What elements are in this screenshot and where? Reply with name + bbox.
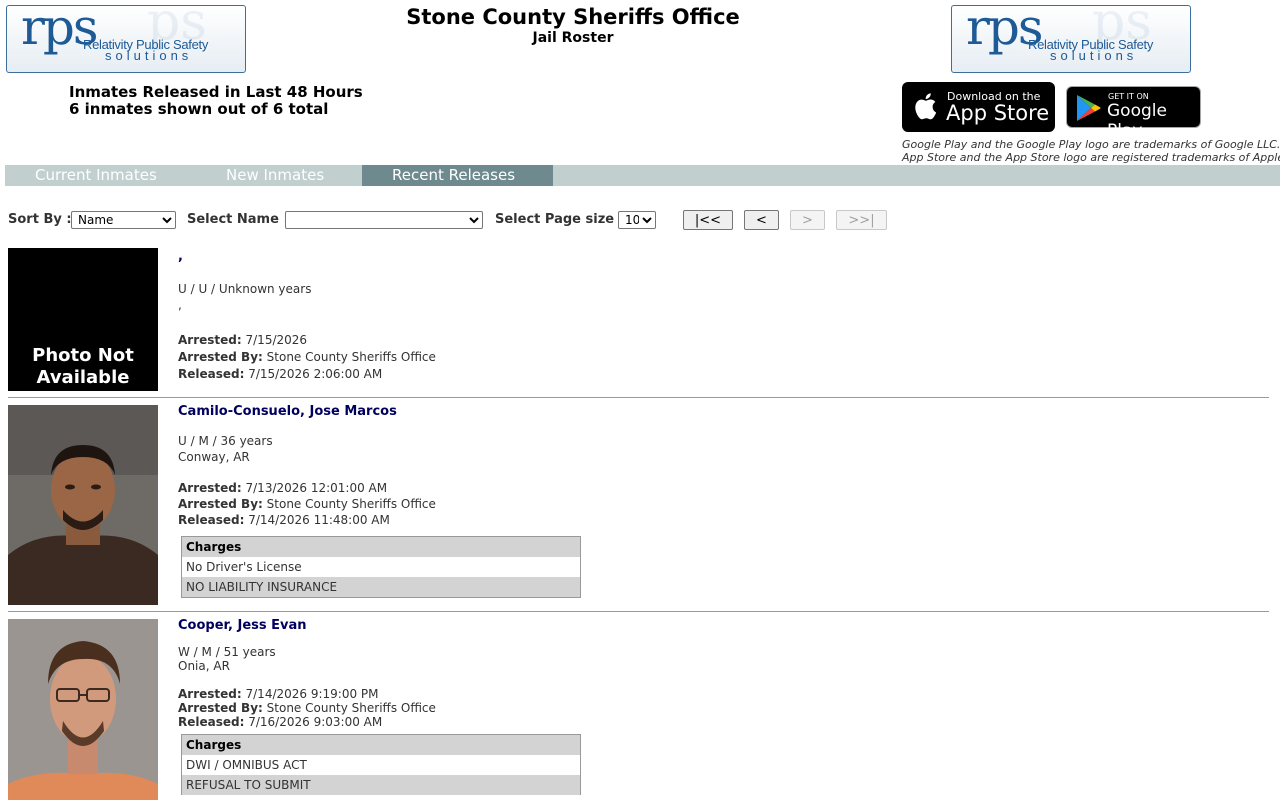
charges-header: Charges: [182, 735, 580, 755]
inmate-location: ,: [178, 298, 182, 312]
trademark-notice: Google Play and the Google Play logo are…: [902, 138, 1280, 164]
page-title: Stone County Sheriffs Office: [406, 5, 740, 29]
mugshot-image: [8, 405, 158, 605]
summary-count: 6 inmates shown out of 6 total: [69, 100, 329, 118]
apple-icon: [915, 93, 937, 120]
inmate-location: Conway, AR: [178, 450, 250, 464]
google-play-small: GET IT ON: [1108, 92, 1149, 101]
arrested-by-label: Arrested By:: [178, 497, 263, 511]
arrested-value: 7/15/2026: [245, 333, 308, 347]
released-line: Released: 7/14/2026 11:48:00 AM: [178, 512, 436, 528]
charge-row: NO LIABILITY INSURANCE: [182, 577, 580, 597]
inmate-demographics: U / M / 36 years: [178, 434, 273, 448]
summary-heading: Inmates Released in Last 48 Hours: [69, 83, 363, 101]
last-page-button[interactable]: >>|: [836, 210, 887, 230]
record-divider: [8, 397, 1269, 398]
app-store-big: App Store: [946, 101, 1050, 125]
released-line: Released: 7/15/2026 2:06:00 AM: [178, 366, 436, 382]
tab-current-inmates[interactable]: Current Inmates: [35, 165, 157, 186]
released-value: 7/14/2026 11:48:00 AM: [248, 513, 390, 527]
logo-line2: solutions: [105, 48, 193, 63]
record-divider: [8, 611, 1269, 612]
arrested-label: Arrested:: [178, 481, 242, 495]
inmate-name[interactable]: Camilo-Consuelo, Jose Marcos: [178, 404, 436, 419]
inmate-info: , U / U / Unknown years , Arrested: 7/15…: [178, 248, 436, 382]
arrested-by-value: Stone County Sheriffs Office: [266, 701, 436, 715]
charges-header: Charges: [182, 537, 580, 557]
tab-bar: Current Inmates New Inmates Recent Relea…: [5, 165, 1280, 186]
photo-na-line1: Photo Not: [32, 345, 134, 366]
released-label: Released:: [178, 367, 245, 381]
page-subtitle: Jail Roster: [532, 30, 614, 46]
logo-line2: solutions: [1050, 48, 1138, 63]
arrested-by-label: Arrested By:: [178, 701, 263, 715]
arrested-line: Arrested: 7/13/2026 12:01:00 AM: [178, 480, 436, 496]
charge-row: DWI / OMNIBUS ACT: [186, 758, 307, 772]
sort-label: Sort By :: [8, 212, 72, 227]
app-store-button[interactable]: Download on the App Store: [902, 82, 1055, 132]
tab-new-inmates[interactable]: New Inmates: [226, 165, 324, 186]
inmate-info: Cooper, Jess Evan W / M / 51 years Onia,…: [178, 618, 436, 730]
google-play-icon: [1077, 95, 1101, 121]
inmate-name[interactable]: Cooper, Jess Evan: [178, 618, 436, 633]
trademark-line2: App Store and the App Store logo are reg…: [902, 151, 1280, 164]
inmate-name[interactable]: ,: [178, 249, 436, 264]
prev-page-button[interactable]: <: [744, 210, 779, 230]
charge-row: No Driver's License: [186, 560, 302, 574]
arrested-by-label: Arrested By:: [178, 350, 263, 364]
arrested-value: 7/14/2026 9:19:00 PM: [245, 687, 379, 701]
next-page-button[interactable]: >: [790, 210, 825, 230]
released-line: Released: 7/16/2026 9:03:00 AM: [178, 714, 436, 730]
page-size-label: Select Page size :: [495, 212, 624, 227]
inmate-photo[interactable]: [8, 619, 158, 800]
name-label: Select Name :: [187, 212, 289, 227]
arrested-by-line: Arrested By: Stone County Sheriffs Offic…: [178, 349, 436, 365]
inmate-info: Camilo-Consuelo, Jose Marcos U / M / 36 …: [178, 404, 436, 528]
sort-select[interactable]: Name: [71, 211, 176, 229]
name-select[interactable]: [285, 211, 483, 229]
google-play-big: Google Play: [1107, 101, 1167, 141]
charges-table: Charges No Driver's License NO LIABILITY…: [181, 536, 581, 598]
released-label: Released:: [178, 513, 245, 527]
arrested-by-line: Arrested By: Stone County Sheriffs Offic…: [178, 496, 436, 512]
arrested-line: Arrested: 7/15/2026: [178, 332, 436, 348]
google-play-button[interactable]: GET IT ON Google Play: [1066, 86, 1201, 141]
charges-table: Charges DWI / OMNIBUS ACT REFUSAL TO SUB…: [181, 734, 581, 795]
page-size-select[interactable]: 10: [618, 211, 656, 229]
mugshot-image: [8, 619, 158, 800]
trademark-line1: Google Play and the Google Play logo are…: [902, 138, 1280, 151]
arrested-by-value: Stone County Sheriffs Office: [266, 497, 436, 511]
inmate-demographics: U / U / Unknown years: [178, 282, 312, 296]
arrested-by-value: Stone County Sheriffs Office: [266, 350, 436, 364]
released-value: 7/16/2026 9:03:00 AM: [248, 715, 383, 729]
released-value: 7/15/2026 2:06:00 AM: [248, 367, 383, 381]
arrested-value: 7/13/2026 12:01:00 AM: [245, 481, 388, 495]
charge-row: REFUSAL TO SUBMIT: [182, 775, 580, 795]
first-page-button[interactable]: |<<: [683, 210, 733, 230]
roster-summary: Inmates Released in Last 48 Hours 6 inma…: [69, 84, 363, 118]
photo-na-line2: Available: [36, 367, 130, 388]
inmate-location: Onia, AR: [178, 659, 230, 673]
photo-not-available: Photo Not Available: [8, 345, 158, 389]
arrested-label: Arrested:: [178, 687, 242, 701]
inmate-photo[interactable]: [8, 405, 158, 605]
released-label: Released:: [178, 715, 245, 729]
arrested-label: Arrested:: [178, 333, 242, 347]
inmate-photo-placeholder[interactable]: Photo Not Available: [8, 248, 158, 391]
tab-recent-releases[interactable]: Recent Releases: [362, 165, 553, 186]
